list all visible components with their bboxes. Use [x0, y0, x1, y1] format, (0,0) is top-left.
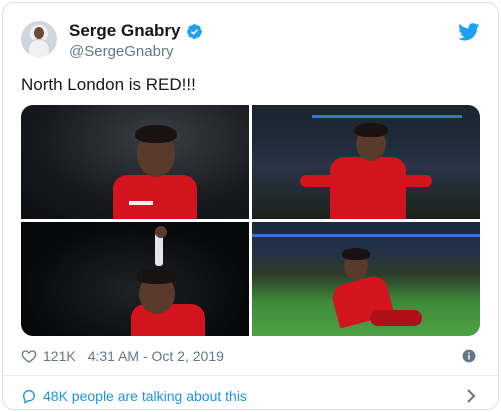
player-hair	[135, 125, 177, 143]
divider	[3, 375, 498, 376]
reply-bubble-icon	[22, 390, 36, 404]
verified-badge-icon	[186, 23, 202, 39]
heart-icon[interactable]	[21, 348, 37, 364]
twitter-bird-icon[interactable]	[458, 23, 480, 41]
avatar[interactable]	[21, 21, 57, 57]
avatar-head	[34, 27, 44, 39]
media-photo-2[interactable]	[252, 105, 480, 219]
author-handle[interactable]: @SergeGnabry	[69, 43, 173, 60]
conversation-label[interactable]: 48K people are talking about this	[43, 388, 247, 404]
player-legs	[370, 310, 422, 326]
player-hair	[342, 248, 370, 260]
red-shirt	[113, 175, 197, 219]
avatar-body	[28, 39, 50, 57]
stadium-lights	[312, 115, 462, 118]
conversation-link[interactable]: 48K people are talking about this	[21, 385, 482, 407]
media-grid	[21, 105, 480, 336]
tweet-header: Serge Gnabry @SergeGnabry	[21, 19, 482, 63]
left-arm	[300, 175, 336, 187]
red-shirt	[330, 157, 406, 219]
like-count[interactable]: 121K	[43, 348, 76, 364]
tweet-text: North London is RED!!!	[21, 75, 196, 94]
tweet-stats: 121K 4:31 AM - Oct 2, 2019	[21, 345, 482, 367]
media-photo-1[interactable]	[21, 105, 249, 219]
shirt-logo	[129, 201, 153, 205]
info-icon[interactable]	[462, 349, 476, 363]
tweet-timestamp[interactable]: 4:31 AM - Oct 2, 2019	[88, 348, 224, 364]
tweet-card: Serge Gnabry @SergeGnabry North London i…	[2, 2, 499, 410]
right-arm	[402, 175, 432, 187]
chevron-right-icon[interactable]	[466, 388, 476, 404]
player-hair	[137, 268, 177, 284]
player-hair	[354, 123, 388, 137]
author-name-line[interactable]: Serge Gnabry	[69, 21, 203, 41]
media-photo-4[interactable]	[252, 222, 480, 336]
raised-hand	[155, 226, 167, 238]
media-photo-3[interactable]	[21, 222, 249, 336]
author-name[interactable]: Serge Gnabry	[69, 21, 181, 41]
stadium-lights	[252, 234, 480, 237]
